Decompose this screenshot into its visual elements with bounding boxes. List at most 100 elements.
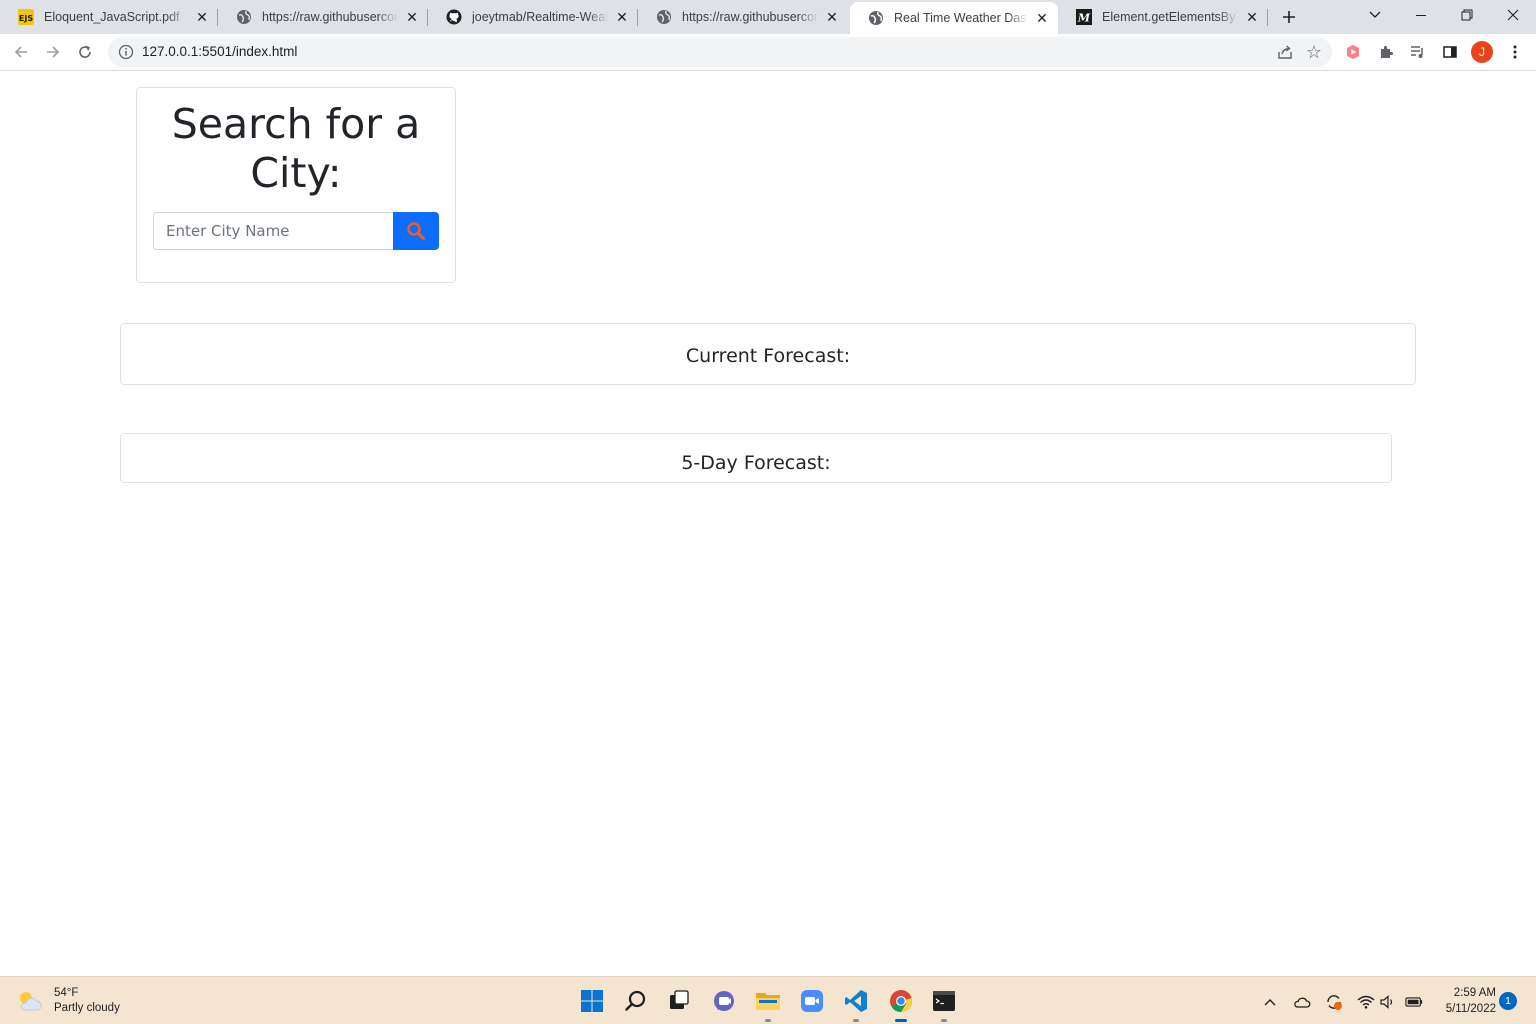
search-row <box>153 212 439 250</box>
chevron-up-icon <box>1264 999 1276 1006</box>
close-window-button[interactable] <box>1490 0 1536 30</box>
reload-button[interactable] <box>72 39 98 65</box>
battery-tray[interactable] <box>1405 993 1423 1011</box>
start-icon <box>581 990 603 1012</box>
tab-title: Real Time Weather Dashbo <box>894 11 1028 25</box>
restore-button[interactable] <box>1444 0 1490 30</box>
speaker-icon <box>1380 995 1393 1009</box>
clock-date: 5/11/2022 <box>1445 1003 1496 1015</box>
tab-weather-dashboard[interactable]: Real Time Weather Dashbo ✕ <box>850 2 1058 34</box>
close-icon[interactable]: ✕ <box>194 9 210 25</box>
screencast-extension-icon <box>1347 45 1359 59</box>
minimize-icon <box>1416 15 1426 16</box>
share-icon[interactable] <box>1276 43 1294 61</box>
tab-eloquent-javascript[interactable]: EJS Eloquent_JavaScript.pdf ✕ <box>0 0 218 34</box>
bookmark-star-icon[interactable]: ☆ <box>1304 42 1324 62</box>
teams-chat-button[interactable] <box>709 986 739 1016</box>
extension-button[interactable] <box>1340 39 1366 65</box>
close-icon[interactable]: ✕ <box>1244 9 1260 25</box>
network-tray[interactable] <box>1357 993 1375 1011</box>
zoom-button[interactable] <box>797 986 827 1016</box>
search-icon <box>407 222 426 241</box>
show-hidden-icons-button[interactable] <box>1261 993 1279 1011</box>
svg-text:EJS: EJS <box>19 14 33 23</box>
ejs-pdf-icon: EJS <box>18 9 34 25</box>
tab-strip: EJS Eloquent_JavaScript.pdf ✕ https://ra… <box>0 0 1536 34</box>
windows-taskbar: 54°F Partly cloudy 2:59 AM 5/11/2022 1 <box>0 976 1536 1024</box>
city-search-input[interactable] <box>153 212 393 250</box>
file-explorer-icon <box>756 993 780 1010</box>
address-text[interactable]: 127.0.0.1:5501/index.html <box>142 44 297 59</box>
partly-cloudy-icon <box>20 992 42 1011</box>
running-indicator <box>941 1019 947 1022</box>
globe-icon <box>236 9 252 25</box>
address-bar[interactable]: 127.0.0.1:5501/index.html ☆ <box>108 37 1332 67</box>
chrome-button[interactable] <box>886 986 916 1022</box>
close-icon[interactable]: ✕ <box>824 9 840 25</box>
arrow-right-icon <box>47 46 60 58</box>
plus-icon <box>1283 11 1295 23</box>
volume-tray[interactable] <box>1379 993 1397 1011</box>
weather-text: 54°F Partly cloudy <box>54 986 120 1016</box>
close-icon[interactable]: ✕ <box>614 9 630 25</box>
puzzle-icon <box>1381 46 1393 58</box>
tab-mdn[interactable]: M Element.getElementsByTag ✕ <box>1058 0 1268 34</box>
github-icon <box>446 9 462 25</box>
tab-title: Eloquent_JavaScript.pdf <box>44 10 180 24</box>
tab-title: joeytmab/Realtime-Weathe <box>472 10 608 24</box>
globe-icon <box>868 10 884 26</box>
side-panel-button[interactable] <box>1437 39 1463 65</box>
tab-raw-github-1[interactable]: https://raw.githubuserconte ✕ <box>218 0 428 34</box>
close-icon[interactable]: ✕ <box>404 9 420 25</box>
start-button[interactable] <box>577 986 607 1016</box>
running-indicator <box>853 1019 859 1022</box>
chrome-menu-button[interactable] <box>1502 39 1528 65</box>
tab-github-repo[interactable]: joeytmab/Realtime-Weathe ✕ <box>428 0 638 34</box>
chat-icon <box>714 991 734 1011</box>
tab-search-button[interactable] <box>1352 0 1398 30</box>
close-icon <box>1507 9 1519 21</box>
media-controls-button[interactable] <box>1405 39 1431 65</box>
weather-condition: Partly cloudy <box>54 1002 120 1014</box>
extensions-menu-button[interactable] <box>1373 39 1399 65</box>
page-content: Search for a City: Current Forecast: 5-D… <box>0 71 1536 976</box>
arrow-left-icon <box>14 46 27 58</box>
five-day-forecast-title: 5-Day Forecast: <box>681 452 831 474</box>
tab-title: Element.getElementsByTag <box>1102 10 1238 24</box>
terminal-button[interactable] <box>929 986 959 1022</box>
notification-badge[interactable]: 1 <box>1499 992 1517 1010</box>
mdn-icon: M <box>1076 9 1092 25</box>
tab-raw-github-2[interactable]: https://raw.githubuserconte ✕ <box>638 0 848 34</box>
side-panel-icon <box>1443 46 1457 58</box>
info-icon[interactable] <box>118 44 134 60</box>
weather-widget[interactable]: 54°F Partly cloudy <box>16 985 120 1017</box>
kebab-menu-icon <box>1513 45 1517 59</box>
new-tab-button[interactable] <box>1276 5 1302 29</box>
five-day-forecast-card: 5-Day Forecast: <box>120 433 1392 483</box>
chevron-down-icon <box>1369 11 1381 18</box>
running-indicator <box>765 1019 771 1022</box>
clock-time: 2:59 AM <box>1453 987 1496 999</box>
terminal-icon <box>933 991 955 1011</box>
sync-tray[interactable] <box>1325 993 1343 1011</box>
back-button[interactable] <box>8 39 34 65</box>
globe-icon <box>656 9 672 25</box>
restore-icon <box>1461 9 1473 21</box>
task-view-button[interactable] <box>664 986 694 1016</box>
vscode-button[interactable] <box>841 986 871 1022</box>
onedrive-cloud-icon <box>1294 997 1311 1008</box>
close-icon[interactable]: ✕ <box>1034 10 1050 26</box>
taskbar-search-button[interactable] <box>621 986 651 1016</box>
taskbar-clock[interactable]: 2:59 AM 5/11/2022 <box>1430 985 1496 1017</box>
battery-icon <box>1405 997 1423 1007</box>
profile-avatar[interactable]: J <box>1471 41 1493 63</box>
minimize-button[interactable] <box>1398 0 1444 30</box>
search-button[interactable] <box>393 212 439 250</box>
browser-toolbar: 127.0.0.1:5501/index.html ☆ <box>0 34 1536 71</box>
forward-button[interactable] <box>40 39 66 65</box>
playlist-icon <box>1411 46 1423 58</box>
reload-icon <box>79 45 91 58</box>
file-explorer-button[interactable] <box>753 986 783 1022</box>
onedrive-tray[interactable] <box>1293 993 1311 1011</box>
tab-title: https://raw.githubuserconte <box>682 10 818 24</box>
